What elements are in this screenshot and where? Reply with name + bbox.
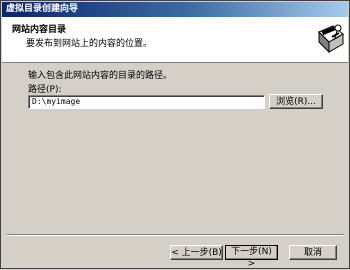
path-label: 路径(P):	[28, 82, 62, 95]
header-title: 网站内容目录	[12, 25, 67, 35]
next-button[interactable]: 下一步(N) >	[225, 245, 278, 269]
title-bar[interactable]: 虚拟目录创建向导	[2, 2, 348, 17]
back-button[interactable]: < 上一步(B)	[170, 245, 223, 260]
header-subtitle: 要发布到网站上的内容的位置。	[26, 39, 153, 49]
cancel-button[interactable]: 取消	[289, 245, 337, 260]
footer-separator	[7, 234, 344, 236]
instruction-text: 输入包含此网站内容的目录的路径。	[28, 71, 173, 81]
window-title: 虚拟目录创建向导	[6, 4, 79, 14]
wizard-computer-icon	[318, 24, 344, 54]
path-input[interactable]: D:\myimage	[28, 95, 265, 109]
wizard-header: 网站内容目录 要发布到网站上的内容的位置。	[2, 17, 348, 63]
path-label-text: 路径	[28, 85, 47, 95]
browse-button[interactable]: 浏览(R)...	[269, 94, 323, 109]
wizard-window: 虚拟目录创建向导 网站内容目录 要发布到网站上的内容的位置。 输入包含此网站内容…	[0, 0, 350, 269]
path-label-accel: (P):	[46, 85, 62, 95]
